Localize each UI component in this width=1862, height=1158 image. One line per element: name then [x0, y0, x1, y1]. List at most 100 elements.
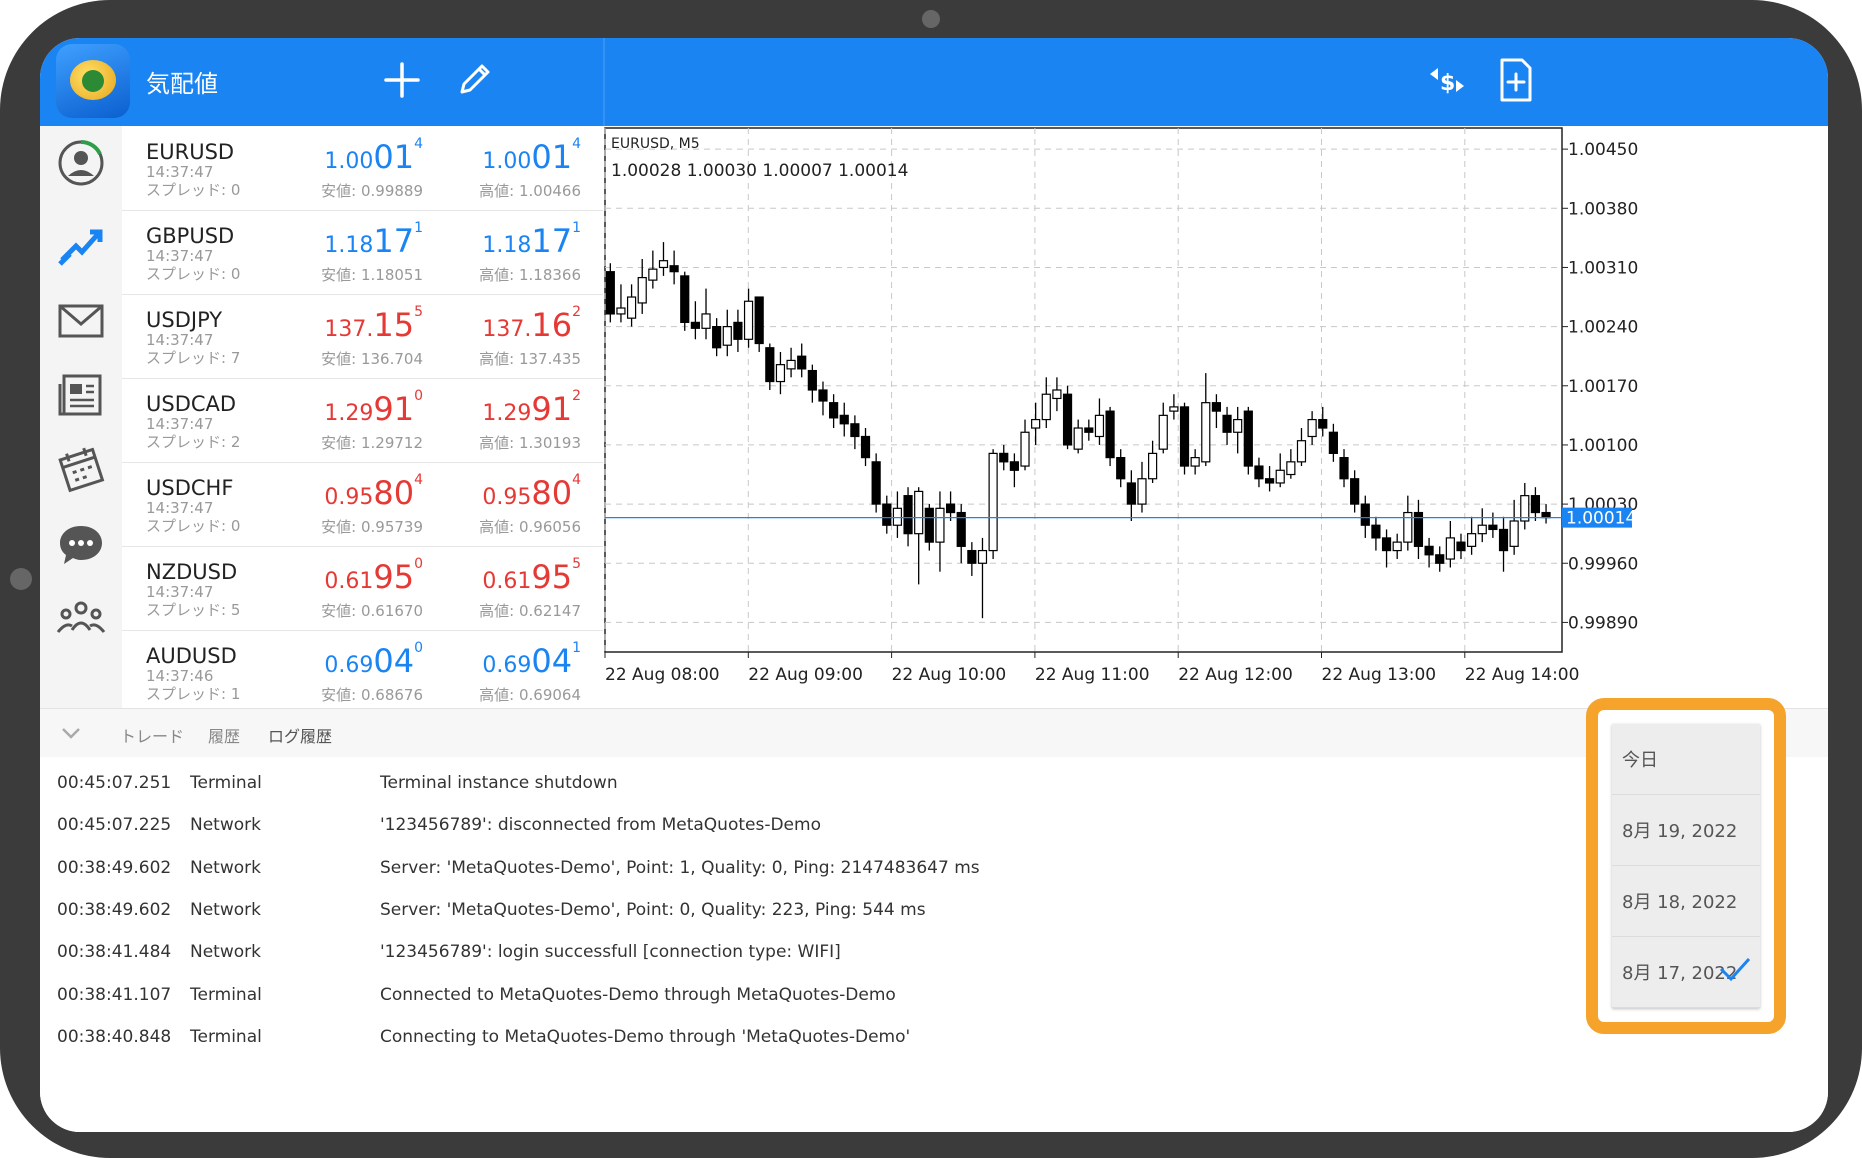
- chart-arrows-icon[interactable]: [54, 220, 108, 274]
- tab-history[interactable]: 履歴: [208, 723, 240, 747]
- y-tick-label: 0.99890: [1568, 613, 1638, 633]
- candle-body: [1137, 478, 1147, 505]
- candle-body: [1350, 478, 1360, 505]
- trade-dollar-icon[interactable]: $: [1424, 58, 1470, 102]
- candle-body: [1062, 393, 1073, 446]
- price-chart[interactable]: 1.00450 1.00380 1.00310 1.00240 1.00170 1.001…: [603, 126, 1828, 708]
- quote-spread: スプレッド: 7: [146, 349, 241, 367]
- candle-body: [637, 276, 647, 304]
- candle-body: [690, 321, 700, 329]
- ask-price: 0.69041: [482, 640, 581, 680]
- log-message: '123456789': login successfull [connecti…: [380, 942, 841, 963]
- chevron-down-icon[interactable]: [60, 725, 82, 741]
- candle-body: [1233, 418, 1243, 433]
- candle-body: [616, 307, 626, 315]
- date-option[interactable]: 8月 17, 2022: [1612, 937, 1760, 1008]
- svg-text:$: $: [1440, 71, 1455, 96]
- quote-symbol: EURUSD: [146, 140, 235, 164]
- date-option[interactable]: 8月 18, 2022: [1612, 866, 1760, 937]
- screen: 気配値 $ EURUSD 14:37:47 スプレッド: 0 1.00014 1…: [40, 38, 1828, 1132]
- low-price: 安値: 1.29712: [321, 434, 423, 452]
- candle-body: [935, 507, 945, 543]
- log-message: Connecting to MetaQuotes-Demo through 'M…: [380, 1026, 911, 1047]
- log-time: 00:38:41.107: [57, 984, 172, 1005]
- candle-body: [775, 364, 786, 383]
- x-tick-label: 22 Aug 11:00: [1035, 665, 1150, 685]
- plus-icon[interactable]: [382, 60, 422, 100]
- bid-price: 0.61950: [324, 556, 423, 596]
- log-source: Network: [190, 857, 261, 878]
- quotes-avatar-icon[interactable]: [54, 136, 108, 190]
- tab-log-history[interactable]: ログ履歴: [268, 723, 332, 747]
- high-price: 高値: 1.30193: [479, 434, 581, 452]
- candle-body: [680, 275, 690, 323]
- low-price: 安値: 1.18051: [321, 266, 423, 284]
- candle-body: [1392, 541, 1402, 552]
- journal-log: 00:45:07.251 Terminal Terminal instance sh…: [40, 757, 1828, 1132]
- low-price: 安値: 0.95739: [321, 518, 423, 536]
- y-tick-label: 1.00170: [1568, 377, 1638, 397]
- quote-row-usdcad[interactable]: USDCAD 14:37:47 スプレッド: 2 1.29910 1.29912…: [122, 378, 603, 463]
- candle-body: [1041, 393, 1051, 421]
- candle-body: [1169, 406, 1179, 412]
- high-price: 高値: 1.18366: [479, 266, 581, 284]
- log-source: Network: [190, 942, 261, 963]
- log-time: 00:38:49.602: [57, 857, 172, 878]
- mt4-logo-icon: [56, 44, 130, 118]
- community-icon[interactable]: [54, 592, 108, 646]
- camera-dot: [922, 10, 940, 28]
- edit-pencil-icon[interactable]: [454, 60, 494, 100]
- high-price: 高値: 0.96056: [479, 518, 581, 536]
- calendar-icon[interactable]: [54, 442, 108, 496]
- quote-row-usdchf[interactable]: USDCHF 14:37:47 スプレッド: 0 0.95804 0.95804…: [122, 462, 603, 547]
- candle-body: [829, 402, 839, 419]
- candle-body: [722, 326, 732, 346]
- low-price: 安値: 0.61670: [321, 602, 423, 620]
- news-icon[interactable]: [54, 368, 108, 422]
- candle-body: [988, 452, 998, 552]
- log-time: 00:38:40.848: [57, 1026, 172, 1047]
- candle-body: [1530, 495, 1541, 514]
- y-tick-label: 1.00100: [1568, 436, 1638, 456]
- candle-body: [892, 507, 903, 526]
- topbar-divider: [603, 38, 605, 126]
- bid-price: 0.95804: [324, 472, 423, 512]
- checkmark-icon: [1719, 957, 1751, 982]
- tab-trade[interactable]: トレード: [120, 723, 184, 747]
- candle-body: [1371, 524, 1381, 539]
- sidebar: [40, 126, 123, 708]
- quote-row-gbpusd[interactable]: GBPUSD 14:37:47 スプレッド: 0 1.18171 1.18171…: [122, 210, 603, 295]
- mail-icon[interactable]: [54, 294, 108, 348]
- chart-svg[interactable]: 1.00450 1.00380 1.00310 1.00240 1.00170 1.001…: [603, 126, 1828, 708]
- candle-body: [1307, 418, 1317, 438]
- ask-price: 137.162: [482, 304, 581, 344]
- quote-row-nzdusd[interactable]: NZDUSD 14:37:47 スプレッド: 5 0.61950 0.61955…: [122, 546, 603, 631]
- candle-body: [860, 435, 871, 459]
- quote-row-eurusd[interactable]: EURUSD 14:37:47 スプレッド: 0 1.00014 1.00014…: [122, 126, 603, 211]
- candle-body: [1148, 452, 1158, 480]
- date-option[interactable]: 8月 19, 2022: [1612, 795, 1760, 866]
- quote-spread: スプレッド: 1: [146, 685, 241, 703]
- candle-body: [658, 260, 669, 269]
- log-row[interactable]: 00:38:40.848 Terminal Connecting to MetaQu…: [40, 1013, 1620, 1063]
- top-bar: 気配値 $: [40, 38, 1828, 126]
- bid-price: 0.69040: [324, 640, 423, 680]
- candle-body: [1275, 469, 1285, 484]
- candle-body: [1296, 440, 1307, 463]
- quote-spread: スプレッド: 0: [146, 181, 241, 199]
- log-source: Terminal: [190, 1026, 262, 1047]
- log-message: Terminal instance shutdown: [380, 773, 618, 793]
- chat-icon[interactable]: [54, 518, 108, 572]
- candle-body: [1328, 431, 1338, 454]
- quote-row-usdjpy[interactable]: USDJPY 14:37:47 スプレッド: 7 137.155 137.162…: [122, 294, 603, 379]
- date-option-label: 今日: [1622, 750, 1658, 771]
- quote-row-audusd[interactable]: AUDUSD 14:37:46 スプレッド: 1 0.69040 0.69041…: [122, 630, 603, 708]
- bid-price: 137.155: [324, 304, 423, 344]
- log-source: Terminal: [190, 984, 262, 1005]
- new-order-doc-icon[interactable]: [1496, 56, 1536, 104]
- candle-body: [1318, 418, 1328, 429]
- candle-body: [1020, 431, 1030, 467]
- date-option-today[interactable]: 今日: [1612, 724, 1760, 795]
- quote-spread: スプレッド: 0: [146, 265, 241, 283]
- ask-price: 1.18171: [482, 220, 581, 260]
